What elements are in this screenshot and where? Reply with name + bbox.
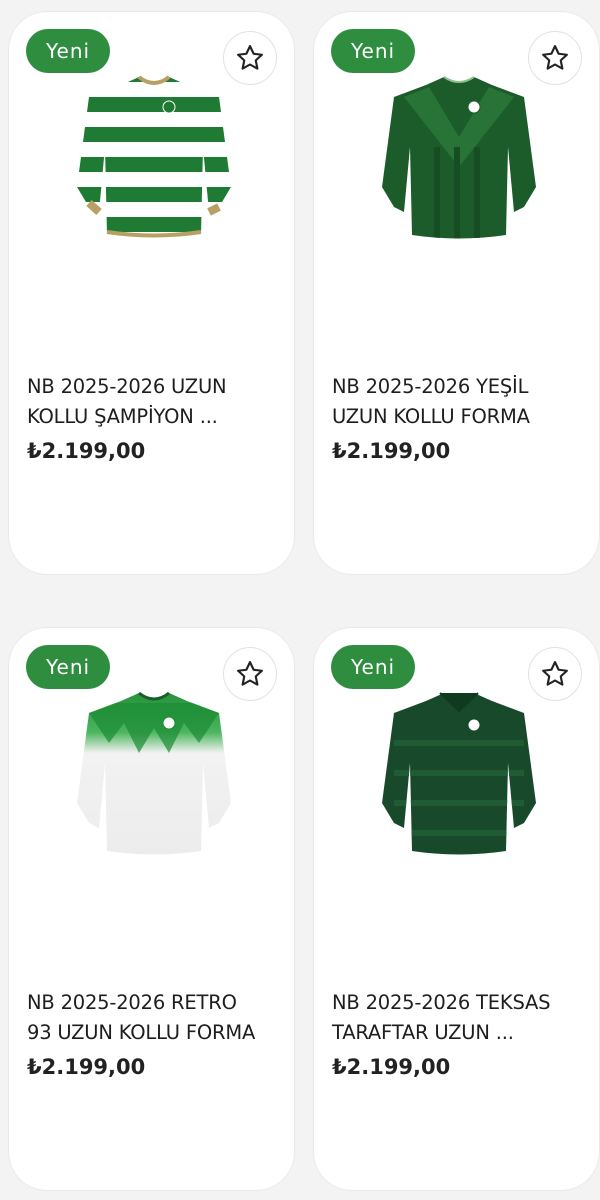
product-card[interactable]: Yeni NB 2025-2026 RETRO 93 UZUN KOLLU FO… xyxy=(9,628,294,1190)
star-outline-icon xyxy=(542,45,568,70)
product-price: ₺2.199,00 xyxy=(332,1055,451,1079)
product-image[interactable] xyxy=(374,683,544,858)
product-image[interactable] xyxy=(374,67,544,242)
star-outline-icon xyxy=(237,661,263,686)
product-price: ₺2.199,00 xyxy=(27,1055,146,1079)
product-name-line-2: 93 UZUN KOLLU FORMA xyxy=(27,1021,256,1044)
product-image[interactable] xyxy=(69,683,239,858)
product-name-line-1: NB 2025-2026 YEŞİL xyxy=(332,375,529,398)
star-outline-icon xyxy=(237,45,263,70)
product-name[interactable]: NB 2025-2026 UZUN KOLLU ŞAMPİYON ... xyxy=(27,372,279,432)
product-card[interactable]: Yeni NB 2025-2026 TEKSAS TARAFTAR UZUN .… xyxy=(314,628,599,1190)
product-name[interactable]: NB 2025-2026 RETRO 93 UZUN KOLLU FORMA xyxy=(27,988,279,1048)
product-name-line-1: NB 2025-2026 TEKSAS xyxy=(332,991,551,1014)
product-image[interactable] xyxy=(69,67,239,242)
product-name[interactable]: NB 2025-2026 YEŞİL UZUN KOLLU FORMA xyxy=(332,372,584,432)
product-name-line-2: UZUN KOLLU FORMA xyxy=(332,405,530,428)
product-price: ₺2.199,00 xyxy=(27,439,146,463)
product-name-line-1: NB 2025-2026 RETRO xyxy=(27,991,237,1014)
product-card[interactable]: Yeni NB 2025-2026 YEŞİL UZUN KOLLU FORMA… xyxy=(314,12,599,574)
star-outline-icon xyxy=(542,661,568,686)
product-name-line-2: KOLLU ŞAMPİYON ... xyxy=(27,405,218,428)
product-price: ₺2.199,00 xyxy=(332,439,451,463)
product-name[interactable]: NB 2025-2026 TEKSAS TARAFTAR UZUN ... xyxy=(332,988,584,1048)
product-name-line-2: TARAFTAR UZUN ... xyxy=(332,1021,514,1044)
product-card[interactable]: Yeni NB 2025-2026 UZUN KOLLU ŞAMPİYON ..… xyxy=(9,12,294,574)
product-name-line-1: NB 2025-2026 UZUN xyxy=(27,375,227,398)
